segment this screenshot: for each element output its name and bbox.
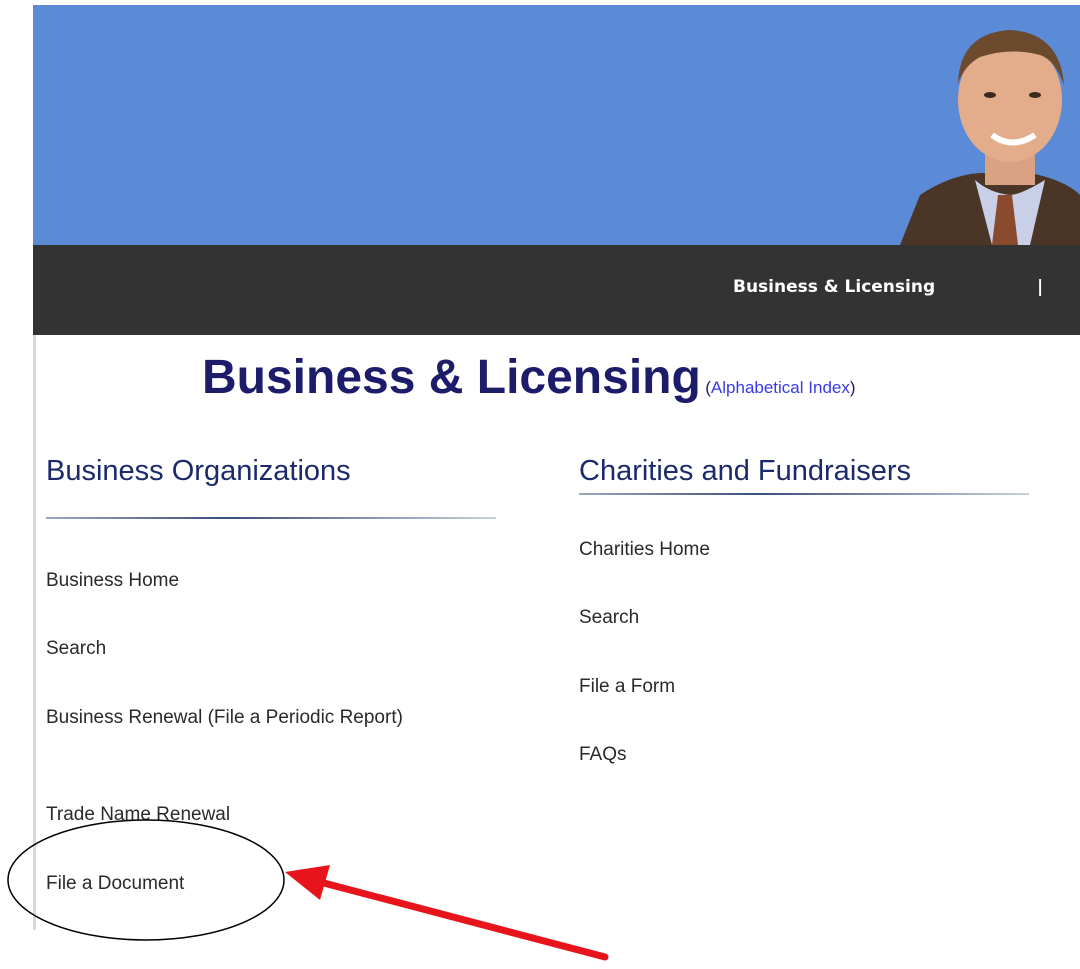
page-title-text: Business & Licensing — [202, 351, 701, 404]
link-business-home[interactable]: Business Home — [46, 568, 179, 593]
nav-separator: | — [1037, 277, 1044, 297]
alphabetical-index-link[interactable]: Alphabetical Index — [711, 378, 850, 397]
charities-fundraisers-rule — [579, 493, 1029, 495]
page: Business & Licensing | Business & Licens… — [0, 0, 1080, 969]
alphabetical-index: (Alphabetical Index) — [705, 378, 855, 397]
left-border — [33, 335, 36, 930]
link-business-renewal[interactable]: Business Renewal (File a Periodic Report… — [46, 705, 466, 730]
link-faqs[interactable]: FAQs — [579, 742, 627, 767]
nav-link-business-licensing[interactable]: Business & Licensing — [733, 277, 935, 297]
portrait-photo — [880, 5, 1080, 245]
charities-fundraisers-heading: Charities and Fundraisers — [579, 455, 912, 487]
link-business-search[interactable]: Search — [46, 636, 106, 661]
link-trade-name-renewal[interactable]: Trade Name Renewal — [46, 802, 230, 827]
top-nav-bar: Business & Licensing | — [33, 245, 1080, 335]
link-charities-search[interactable]: Search — [579, 605, 639, 630]
link-charities-home[interactable]: Charities Home — [579, 537, 710, 562]
link-file-a-document[interactable]: File a Document — [46, 871, 184, 896]
index-close-paren: ) — [849, 378, 856, 397]
business-organizations-heading: Business Organizations — [46, 455, 351, 487]
header-banner — [33, 5, 1080, 245]
pointer-arrow-head — [285, 865, 330, 900]
pointer-arrow-shaft — [316, 878, 609, 961]
link-file-a-form[interactable]: File a Form — [579, 674, 675, 699]
business-organizations-rule — [46, 517, 496, 519]
page-title: Business & Licensing (Alphabetical Index… — [202, 350, 856, 405]
